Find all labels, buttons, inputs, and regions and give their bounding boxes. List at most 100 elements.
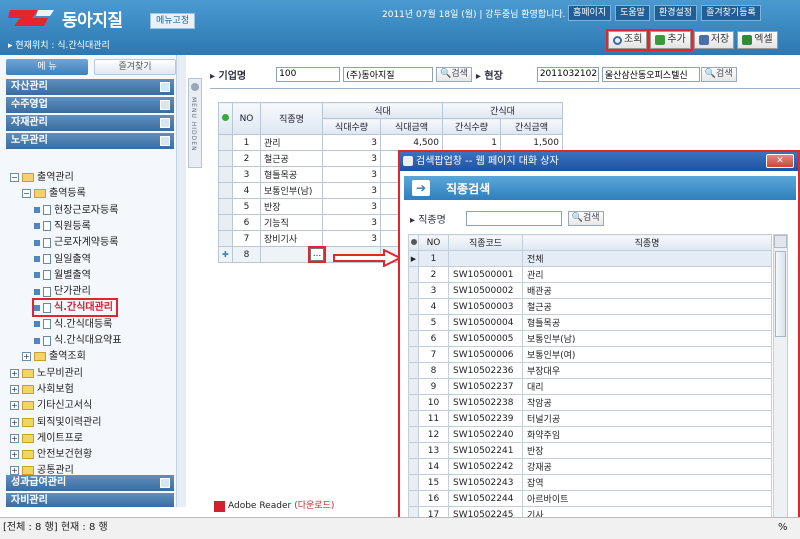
expand-icon[interactable]: + (10, 450, 19, 460)
job-cell-no[interactable]: 6 (418, 330, 449, 347)
cell-meal-qty[interactable]: 3 (322, 230, 381, 247)
job-cell-no[interactable]: 7 (418, 346, 449, 363)
job-cell-code[interactable]: SW10500006 (448, 346, 523, 363)
job-cell-no[interactable]: 13 (418, 442, 449, 459)
job-cell-name[interactable]: 배관공 (522, 282, 772, 299)
section-equipment[interactable]: 자비관리 (6, 493, 174, 507)
sidebar-item[interactable]: − 출역관리 (10, 170, 74, 185)
job-cell-no[interactable]: 15 (418, 474, 449, 491)
job-cell-no[interactable]: 12 (418, 426, 449, 443)
section-order[interactable]: 수주영업 (6, 97, 174, 113)
job-col-code[interactable]: 직종코드 (448, 234, 523, 251)
cell-no[interactable]: 3 (232, 166, 261, 183)
list-item[interactable]: 3 SW10500002 배관공 (408, 282, 772, 299)
section-performance[interactable]: 성과급여관리 (6, 475, 174, 491)
list-item[interactable]: 10 SW10502238 착암공 (408, 394, 772, 411)
col-snack-qty[interactable]: 간식수량 (442, 118, 501, 135)
job-cell-name[interactable]: 철근공 (522, 298, 772, 315)
job-cell-no[interactable]: 3 (418, 282, 449, 299)
job-cell-name[interactable]: 관리 (522, 266, 772, 283)
list-item[interactable]: 11 SW10502239 터널기공 (408, 410, 772, 427)
cell-no[interactable]: 1 (232, 134, 261, 151)
sidebar-item[interactable]: 직원등록 (34, 219, 91, 234)
cell-job[interactable]: ... (260, 246, 326, 263)
query-button[interactable]: 조회 (605, 29, 650, 51)
excel-button[interactable]: 엑셀 (737, 31, 778, 49)
cell-snack-amt[interactable]: 1,500 (500, 134, 563, 151)
list-item[interactable]: 4 SW10500003 철근공 (408, 298, 772, 315)
company-code-input[interactable] (276, 66, 341, 82)
company-name-input[interactable] (343, 66, 434, 82)
list-item[interactable]: 9 SW10502237 대리 (408, 378, 772, 395)
list-item[interactable]: 8 SW10502236 부장대우 (408, 362, 772, 379)
list-item[interactable]: 13 SW10502241 반장 (408, 442, 772, 459)
job-cell-name[interactable]: 터널기공 (522, 410, 772, 427)
save-button[interactable]: 저장 (693, 31, 735, 49)
job-cell-code[interactable]: SW10500001 (448, 266, 523, 283)
list-item[interactable]: ▶ 1 전체 (408, 250, 772, 267)
company-search-button[interactable]: 🔍검색 (436, 66, 472, 82)
list-item[interactable]: 7 SW10500006 보통인부(여) (408, 346, 772, 363)
job-cell-no[interactable]: 16 (418, 490, 449, 507)
pdf-download-link[interactable]: (다운로드) (294, 499, 334, 513)
section-material[interactable]: 자재관리 (6, 115, 174, 131)
cell-job[interactable]: 보통인부(남) (260, 182, 323, 199)
cell-meal-qty[interactable]: 3 (322, 150, 381, 167)
job-cell-no[interactable]: 1 (418, 250, 449, 267)
cell-no[interactable]: 2 (232, 150, 261, 167)
job-cell-name[interactable]: 잡역 (522, 474, 772, 491)
job-cell-code[interactable]: SW10502238 (448, 394, 523, 411)
expand-icon[interactable]: + (10, 384, 19, 394)
cell-meal-amt[interactable]: 4,500 (380, 134, 443, 151)
job-cell-no[interactable]: 4 (418, 298, 449, 315)
homepage-link[interactable]: 홈페이지 (568, 5, 612, 21)
cell-job[interactable]: 기능직 (260, 214, 323, 231)
cell-job[interactable]: 철근공 (260, 150, 323, 167)
job-cell-no[interactable]: 10 (418, 394, 449, 411)
dialog-search-button[interactable]: 🔍검색 (567, 210, 604, 226)
list-item[interactable]: 16 SW10502244 아르바이트 (408, 490, 772, 507)
job-cell-code[interactable]: SW10500003 (448, 298, 523, 315)
menu-fix-button[interactable]: 메뉴고정 (150, 13, 196, 29)
job-cell-name[interactable]: 반장 (522, 442, 772, 459)
job-list-scrollbar[interactable] (773, 234, 788, 536)
sidebar-item[interactable]: − 출역등록 (22, 186, 86, 201)
sidebar-item[interactable]: + 출역조회 (22, 349, 86, 364)
cell-meal-qty[interactable]: 3 (322, 166, 381, 183)
expand-icon[interactable]: + (10, 401, 19, 411)
sidebar-scrollbar[interactable] (176, 55, 186, 507)
cell-no[interactable]: 5 (232, 198, 261, 215)
list-item[interactable]: 5 SW10500004 형틀목공 (408, 314, 772, 331)
job-cell-no[interactable]: 8 (418, 362, 449, 379)
cell-no[interactable]: 8 (232, 246, 261, 263)
site-name-input[interactable] (601, 66, 700, 82)
col-job[interactable]: 직종명 (260, 102, 323, 135)
col-meal-amt[interactable]: 식대금액 (380, 118, 443, 135)
job-cell-no[interactable]: 5 (418, 314, 449, 331)
job-cell-name[interactable]: 강재공 (522, 458, 772, 475)
cell-meal-qty[interactable]: 3 (322, 134, 381, 151)
job-cell-code[interactable]: SW10502242 (448, 458, 523, 475)
job-col-name[interactable]: 직종명 (522, 234, 772, 251)
job-cell-code[interactable] (448, 250, 523, 267)
job-name-input[interactable] (465, 210, 562, 226)
cell-job[interactable]: 반장 (260, 198, 323, 215)
job-cell-code[interactable]: SW10502239 (448, 410, 523, 427)
expand-icon[interactable]: + (10, 433, 19, 443)
expand-icon[interactable]: + (10, 417, 19, 427)
cell-no[interactable]: 6 (232, 214, 261, 231)
cell-snack-qty[interactable]: 1 (442, 134, 501, 151)
job-cell-name[interactable]: 보통인부(남) (522, 330, 772, 347)
cell-job[interactable]: 관리 (260, 134, 323, 151)
job-cell-name[interactable]: 대리 (522, 378, 772, 395)
col-no[interactable]: NO (232, 102, 261, 135)
job-cell-code[interactable]: SW10502241 (448, 442, 523, 459)
list-item[interactable]: 2 SW10500001 관리 (408, 266, 772, 283)
cell-no[interactable]: 4 (232, 182, 261, 199)
tab-favorites[interactable]: 즐겨찾기 (94, 59, 176, 75)
sidebar-item[interactable]: + 퇴직및이력관리 (10, 415, 101, 430)
ellipsis-button[interactable]: ... (308, 246, 326, 263)
sidebar-item[interactable]: + 안전보건현황 (10, 447, 92, 462)
job-cell-name[interactable]: 화약주임 (522, 426, 772, 443)
cell-job[interactable]: 장비기사 (260, 230, 323, 247)
